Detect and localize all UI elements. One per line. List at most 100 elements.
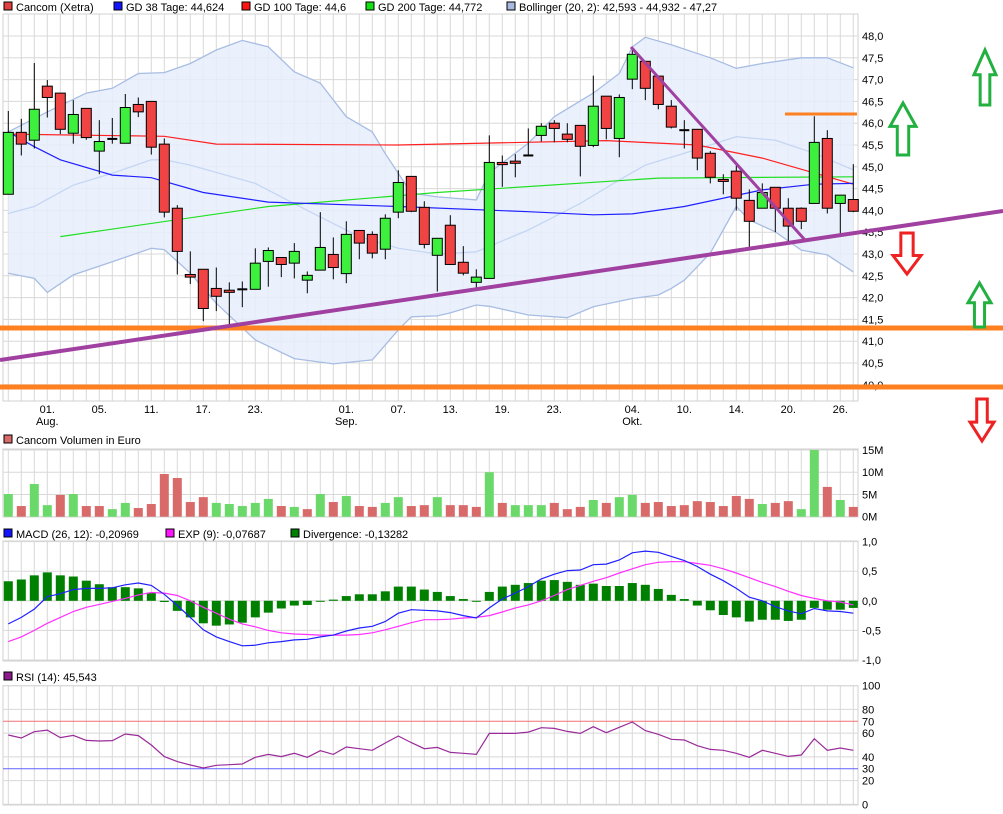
rsi-line <box>8 721 854 769</box>
volume-bar <box>250 502 260 517</box>
candle-body-down <box>15 131 27 145</box>
divergence-bar <box>822 600 832 610</box>
candle-body-up <box>249 262 261 290</box>
date-axis-month: Aug. <box>36 416 59 428</box>
price-axis-tick: 48,0 <box>862 31 883 43</box>
candle-body-up <box>288 250 300 264</box>
price-axis-tick: 44,0 <box>862 205 883 217</box>
volume-bar <box>744 498 754 517</box>
legend-swatch-2 <box>290 528 300 538</box>
macd-panel: 1,0 0,5 0,0 -0,5 -1,0 <box>2 537 881 667</box>
candle-body-down <box>717 178 729 182</box>
candle-body-down <box>197 268 209 310</box>
arrow-down-icon <box>889 231 925 277</box>
date-axis-tick: 01. <box>40 404 55 416</box>
legend-swatch-0 <box>3 671 13 681</box>
volume-bar <box>445 505 455 517</box>
legend-label: GD 100 Tage: 44,6 <box>254 2 346 14</box>
volume-bar <box>133 508 143 517</box>
candle-body-down <box>184 273 196 278</box>
volume-bar <box>510 505 520 517</box>
legend-label: Cancom (Xetra) <box>16 2 94 14</box>
divergence-bar <box>68 576 78 601</box>
volume-bar <box>16 506 26 517</box>
date-axis-tick: 04. <box>625 404 640 416</box>
candle-body-down <box>80 107 92 139</box>
volume-bar <box>458 505 468 517</box>
volume-bar <box>341 496 351 517</box>
rsi-axis-tick: 30 <box>862 764 874 776</box>
plot-frame <box>2 448 859 518</box>
divergence-bar <box>601 586 611 601</box>
volume-bar <box>185 502 195 517</box>
price-axis-tick: 47,0 <box>862 75 883 87</box>
main-legend: Cancom (Xetra) GD 38 Tage: 44,624 GD 100 T… <box>3 1 717 14</box>
volume-axis-tick: 15M <box>862 445 883 457</box>
arrow-up-icon <box>965 280 994 329</box>
legend-swatch-2 <box>241 1 251 11</box>
volume-bar <box>289 506 299 517</box>
rsi-axis-tick: 80 <box>862 704 874 716</box>
arrow-up-icon <box>887 99 919 157</box>
divergence-bar <box>406 586 416 601</box>
legend-label: Cancom Volumen in Euro <box>16 435 141 447</box>
candle-body-down <box>327 253 339 269</box>
divergence-bar <box>653 588 663 601</box>
plot-frame <box>2 685 859 806</box>
candle-body-down <box>171 207 183 252</box>
price-axis-tick: 46,5 <box>862 96 883 108</box>
candle-body-down <box>158 143 170 213</box>
volume-bar <box>237 506 247 517</box>
divergence-bar <box>549 580 559 601</box>
volume-bar <box>432 497 442 517</box>
candle-body-up <box>535 125 547 136</box>
candle-body-up <box>67 113 79 134</box>
candle-body-down <box>821 137 833 209</box>
legend-label: MACD (26, 12): -0,20969 <box>16 529 139 541</box>
legend-label: GD 38 Tage: 44,624 <box>126 2 224 14</box>
candle-body-up <box>626 53 638 80</box>
divergence-bar <box>575 584 585 601</box>
divergence-bar <box>445 596 455 601</box>
divergence-bar <box>757 600 767 620</box>
date-axis-month: Okt. <box>622 416 642 428</box>
divergence-bar <box>614 586 624 601</box>
candle-body-up <box>587 105 599 146</box>
volume-bar <box>822 486 832 517</box>
volume-bar <box>42 505 52 517</box>
candle-body-down <box>704 152 716 178</box>
divergence-bar <box>692 600 702 606</box>
divergence-bar <box>679 599 689 601</box>
candle-body-down <box>457 261 469 274</box>
volume-bar <box>393 497 403 517</box>
candle-body-down <box>574 124 586 147</box>
candle-body-down <box>353 229 365 244</box>
divergence-bar <box>484 591 494 601</box>
volume-bar <box>640 502 650 517</box>
date-axis-tick: 14. <box>729 404 744 416</box>
price-axis-tick: 45,0 <box>862 162 883 174</box>
volume-bar <box>809 450 819 517</box>
divergence-bar <box>666 594 676 601</box>
volume-bar <box>224 504 234 517</box>
price-panel: 48,047,547,046,546,045,545,044,544,043,5… <box>2 13 883 428</box>
volume-bar <box>172 478 182 517</box>
divergence-bar <box>315 600 325 602</box>
divergence-bar <box>770 600 780 620</box>
price-axis-tick: 42,0 <box>862 293 883 305</box>
candle-body-down <box>223 289 235 293</box>
candle-body-down <box>366 233 378 254</box>
stock-chart: Cancom (Xetra) GD 38 Tage: 44,624 GD 100 T… <box>0 1 1003 811</box>
volume-panel: 15M 10M 5M 0M <box>2 445 883 524</box>
candle-body-down <box>41 85 53 98</box>
volume-bar <box>406 506 416 517</box>
candle-body-up <box>613 96 625 139</box>
candle-body-down <box>145 100 157 148</box>
bollinger-band-fill <box>8 37 854 364</box>
rsi-legend: RSI (14): 45,543 <box>3 671 97 684</box>
date-axis-month: Sep. <box>335 416 358 428</box>
volume-bar <box>3 494 13 517</box>
divergence-bar <box>731 600 741 618</box>
price-axis-tick: 45,5 <box>862 140 883 152</box>
volume-axis-tick: 10M <box>862 467 883 479</box>
